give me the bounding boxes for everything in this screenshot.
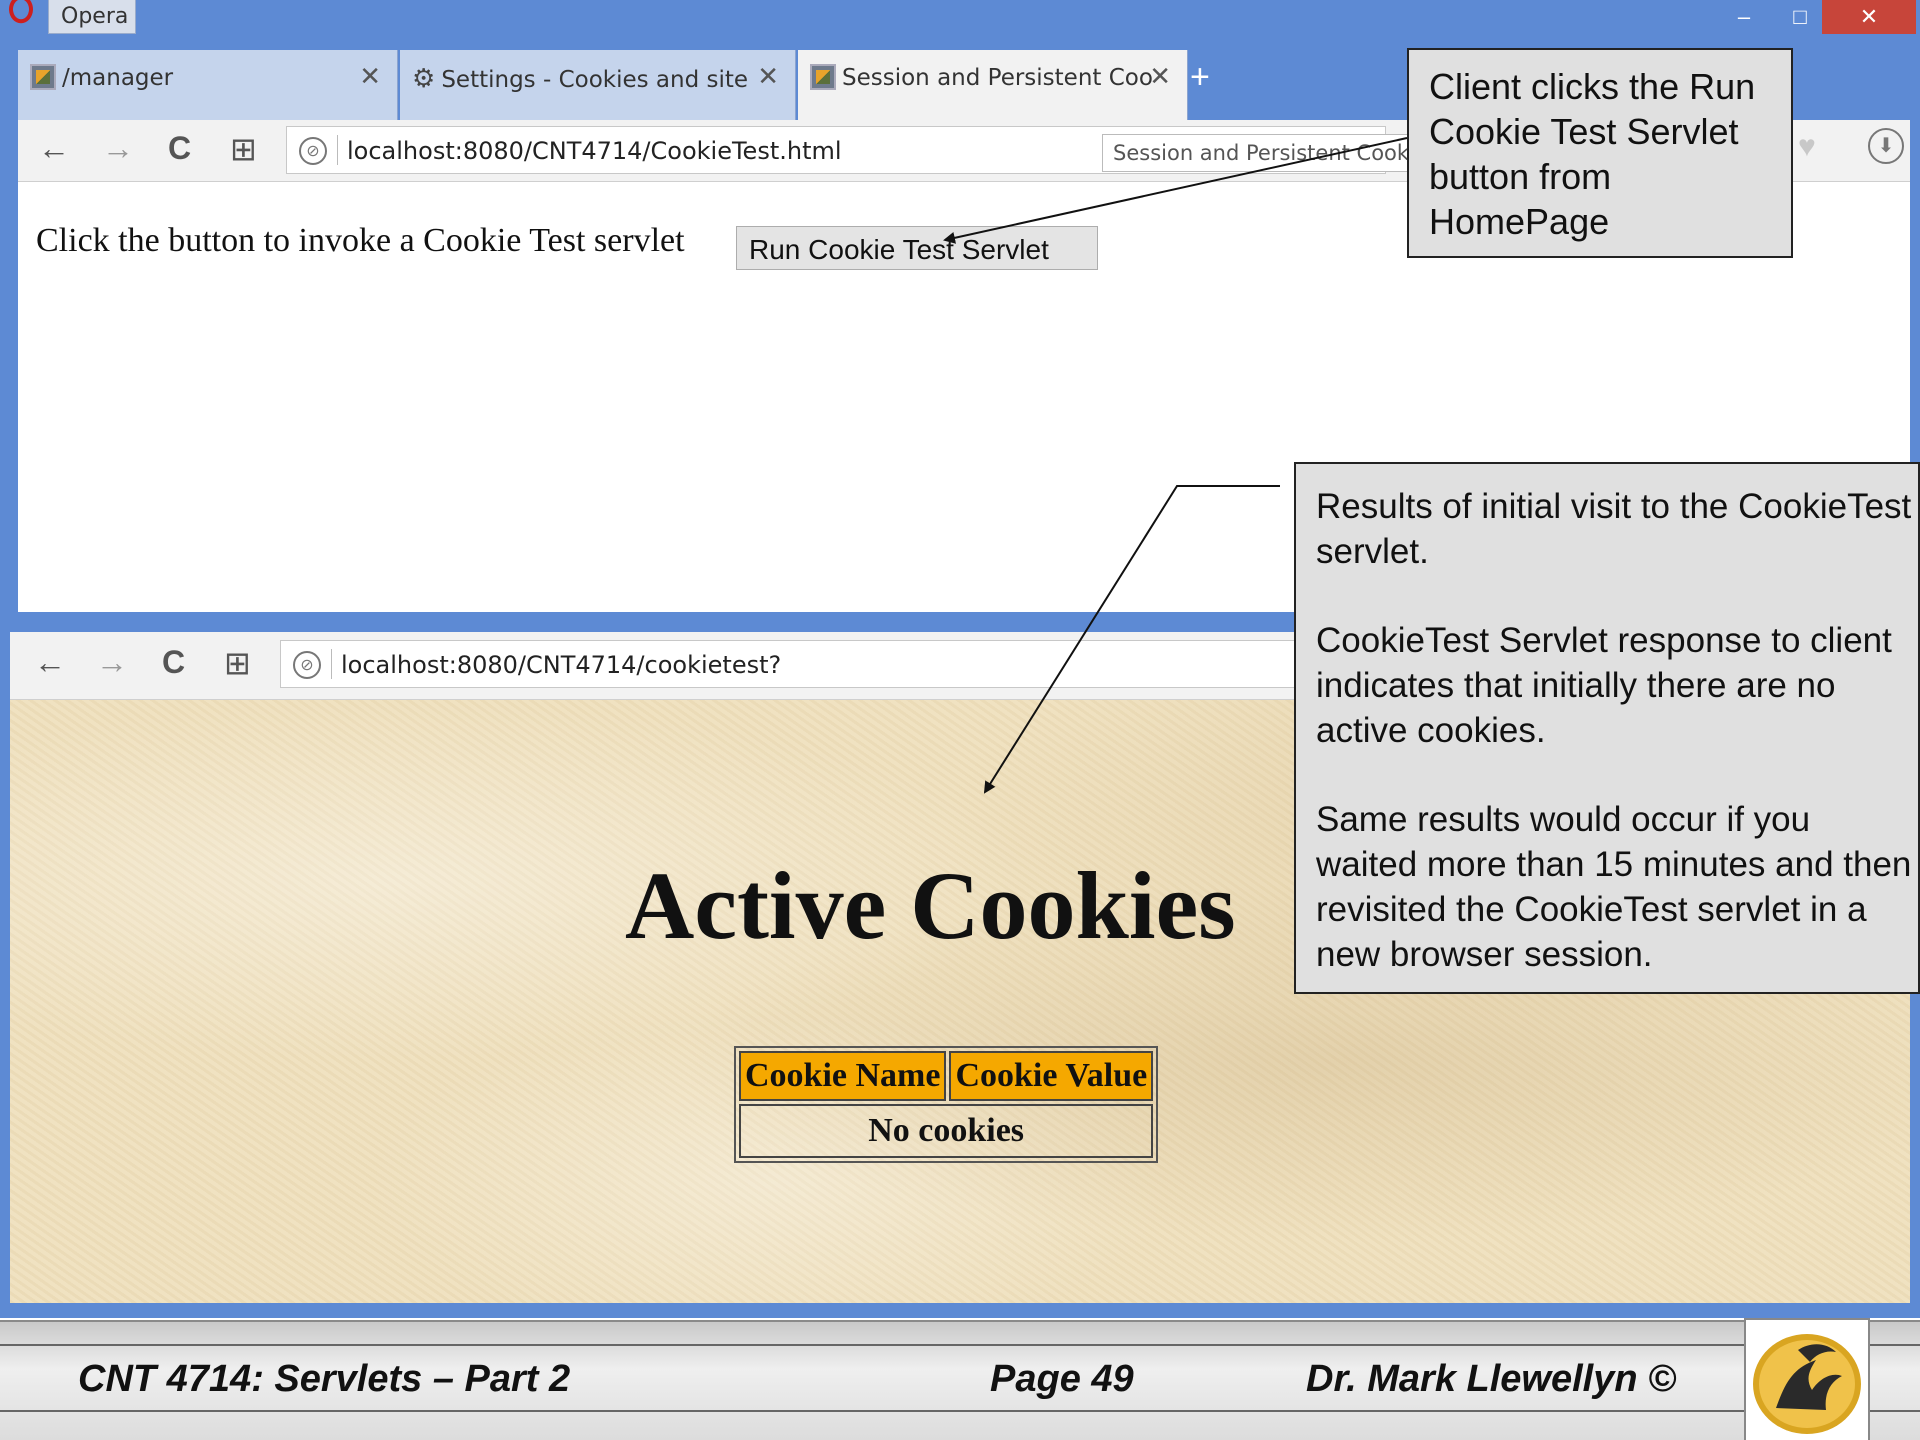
course-title: CNT 4714: Servlets – Part 2	[78, 1358, 571, 1400]
footer-divider	[0, 1410, 1920, 1412]
url-text: localhost:8080/CNT4714/cookietest?	[341, 651, 782, 679]
close-window-button[interactable]: ✕	[1822, 0, 1916, 34]
run-cookie-test-button[interactable]: Run Cookie Test Servlet	[736, 226, 1098, 270]
address-divider	[337, 135, 338, 165]
opera-logo-icon	[9, 0, 33, 24]
opera-menu-button[interactable]: Opera	[48, 0, 136, 34]
callout-paragraph: Results of initial visit to the CookieTe…	[1316, 487, 1912, 571]
gear-icon: ⚙	[412, 64, 436, 94]
callout-text: Client clicks the Run Cookie Test Servle…	[1429, 66, 1756, 242]
tomcat-favicon-icon	[30, 64, 56, 90]
ucf-pegasus-logo	[1744, 1318, 1870, 1440]
cookie-table: Cookie Name Cookie Value No cookies	[734, 1046, 1159, 1163]
column-header-cookie-value: Cookie Value	[949, 1051, 1154, 1101]
pegasus-logo-icon	[1753, 1334, 1861, 1434]
tab-session-cookies[interactable]: Session and Persistent Coo ✕	[798, 50, 1188, 120]
tab-close-icon[interactable]: ✕	[757, 62, 779, 92]
callout-paragraph: Same results would occur if you waited m…	[1316, 800, 1912, 974]
reload-icon[interactable]: C	[162, 644, 185, 681]
minimize-button[interactable]: –	[1720, 0, 1768, 34]
callout-paragraph: CookieTest Servlet response to client in…	[1316, 621, 1892, 750]
page-heading: Active Cookies	[625, 852, 1236, 959]
address-divider	[331, 649, 332, 679]
tab-label: Session and Persistent Coo	[842, 65, 1153, 91]
back-arrow-icon[interactable]: ←	[34, 644, 66, 681]
prompt-text: Click the button to invoke a Cookie Test…	[36, 222, 685, 259]
search-field[interactable]: Session and Persistent Cookie	[1102, 134, 1422, 172]
callout-results: Results of initial visit to the CookieTe…	[1294, 462, 1920, 994]
table-header-row: Cookie Name Cookie Value	[739, 1051, 1154, 1101]
forward-arrow-icon[interactable]: →	[96, 644, 128, 681]
forward-arrow-icon[interactable]: →	[102, 130, 134, 167]
site-info-icon[interactable]: ⊘	[293, 651, 321, 679]
table-row: No cookies	[739, 1104, 1154, 1158]
tab-manager[interactable]: /manager ✕	[18, 50, 398, 120]
new-tab-button[interactable]: +	[1190, 58, 1210, 97]
tab-close-icon[interactable]: ✕	[1149, 62, 1171, 92]
speed-dial-icon[interactable]: ⊞	[224, 644, 251, 682]
download-icon[interactable]: ⬇	[1868, 128, 1904, 164]
tab-settings[interactable]: ⚙ Settings - Cookies and site ✕	[400, 50, 796, 120]
tab-close-icon[interactable]: ✕	[359, 62, 381, 92]
page-number: Page 49	[990, 1358, 1134, 1400]
site-info-icon[interactable]: ⊘	[299, 137, 327, 165]
heart-icon[interactable]: ♥	[1798, 130, 1816, 164]
no-cookies-cell: No cookies	[739, 1104, 1154, 1158]
address-bar[interactable]: ⊘ localhost:8080/CNT4714/cookietest?	[280, 640, 1300, 688]
url-text: localhost:8080/CNT4714/CookieTest.html	[347, 137, 842, 165]
maximize-button[interactable]: □	[1772, 0, 1828, 34]
back-arrow-icon[interactable]: ←	[38, 130, 70, 167]
column-header-cookie-name: Cookie Name	[739, 1051, 947, 1101]
tomcat-favicon-icon	[810, 64, 836, 90]
callout-run-button: Client clicks the Run Cookie Test Servle…	[1407, 48, 1793, 258]
speed-dial-icon[interactable]: ⊞	[230, 130, 257, 168]
reload-icon[interactable]: C	[168, 130, 191, 167]
tab-label: Settings - Cookies and site	[441, 67, 749, 93]
footer-divider	[0, 1344, 1920, 1346]
author-credit: Dr. Mark Llewellyn ©	[1306, 1358, 1677, 1400]
tab-label: /manager	[62, 65, 174, 91]
slide-footer: CNT 4714: Servlets – Part 2 Page 49 Dr. …	[0, 1318, 1920, 1440]
